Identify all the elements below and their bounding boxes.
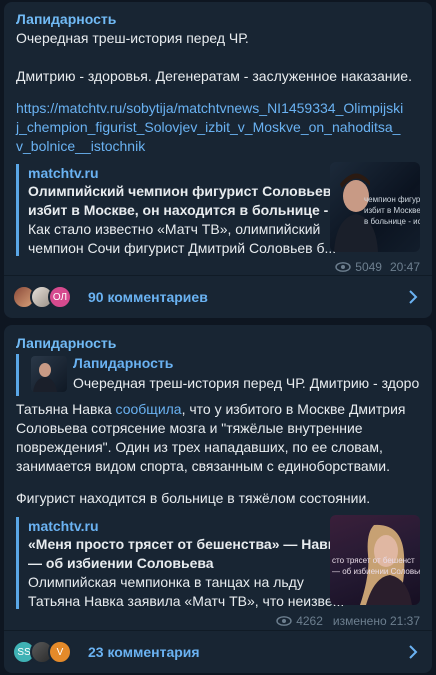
comments-count[interactable]: 90 комментариев [88, 289, 208, 305]
avatar: V [48, 640, 72, 664]
message-text: Очередная треш-история перед ЧР. [16, 30, 249, 46]
thumbnail-caption: чемпион фигурист [364, 195, 420, 204]
message-card: Лапидарность Лапидарность Очередная треш… [4, 325, 432, 673]
message-text: Соловьева сотрясение мозга и "тяжёлые вн… [16, 420, 363, 436]
channel-name[interactable]: Лапидарность [16, 11, 116, 27]
quote-text: Очередная треш-история перед ЧР. Дмитрию… [73, 375, 420, 391]
channel-name[interactable]: Лапидарность [16, 335, 116, 351]
inline-link[interactable]: сообщила [116, 401, 182, 417]
chevron-right-icon[interactable] [408, 644, 418, 660]
text-span: , что у избитого в Москве Дмитрия [181, 401, 406, 417]
comments-bar[interactable]: ОЛ 90 комментариев [4, 275, 432, 318]
article-link[interactable]: https://matchtv.ru/sobytija/matchtvnews_… [16, 99, 404, 156]
chevron-right-icon[interactable] [408, 289, 418, 305]
comments-bar[interactable]: SS V 23 комментария [4, 630, 432, 673]
commenter-avatars: SS V [12, 640, 82, 664]
views-eye-icon [335, 262, 351, 272]
avatar: ОЛ [48, 285, 72, 309]
message-text: Татьяна Навка сообщила, что у избитого в… [16, 400, 420, 419]
message-text: занимается видом спорта, связанным с еди… [16, 458, 390, 474]
message-text: Фигурист находится в больнице в тяжёлом … [16, 490, 371, 506]
forwarded-quote[interactable]: Лапидарность Очередная треш-история пере… [16, 354, 420, 396]
views-count: 5049 [355, 260, 382, 274]
thumbnail-caption: избит в Москве, он нах [364, 206, 420, 215]
text-span: Татьяна Навка [16, 401, 116, 417]
thumbnail-caption: сто трясет от бешенст [332, 556, 415, 565]
preview-thumbnail[interactable]: сто трясет от бешенст — об избиении Соло… [330, 515, 420, 605]
thumbnail-caption: в больнице - источни [364, 217, 420, 226]
commenter-avatars: ОЛ [12, 285, 82, 309]
edited-time: изменено 21:37 [332, 614, 420, 628]
message-card: Лапидарность Очередная треш-история пере… [4, 2, 432, 318]
message-time: 20:47 [389, 260, 420, 274]
message-meta: 4262 изменено 21:37 [276, 614, 420, 628]
comments-count[interactable]: 23 комментария [88, 644, 200, 660]
quote-thumbnail [31, 356, 67, 392]
views-eye-icon [276, 616, 292, 626]
quote-channel: Лапидарность [73, 355, 174, 371]
message-text: Дмитрию - здоровья. Дегенератам - заслуж… [16, 68, 412, 84]
message-meta: 5049 20:47 [335, 260, 420, 274]
preview-thumbnail[interactable]: чемпион фигурист избит в Москве, он нах … [330, 162, 420, 252]
message-text: повреждения". Один из трех нападавших, п… [16, 439, 383, 455]
person-photo-icon [33, 363, 57, 392]
thumbnail-caption: — об избиении Соловьева [332, 567, 420, 576]
views-count: 4262 [296, 614, 323, 628]
